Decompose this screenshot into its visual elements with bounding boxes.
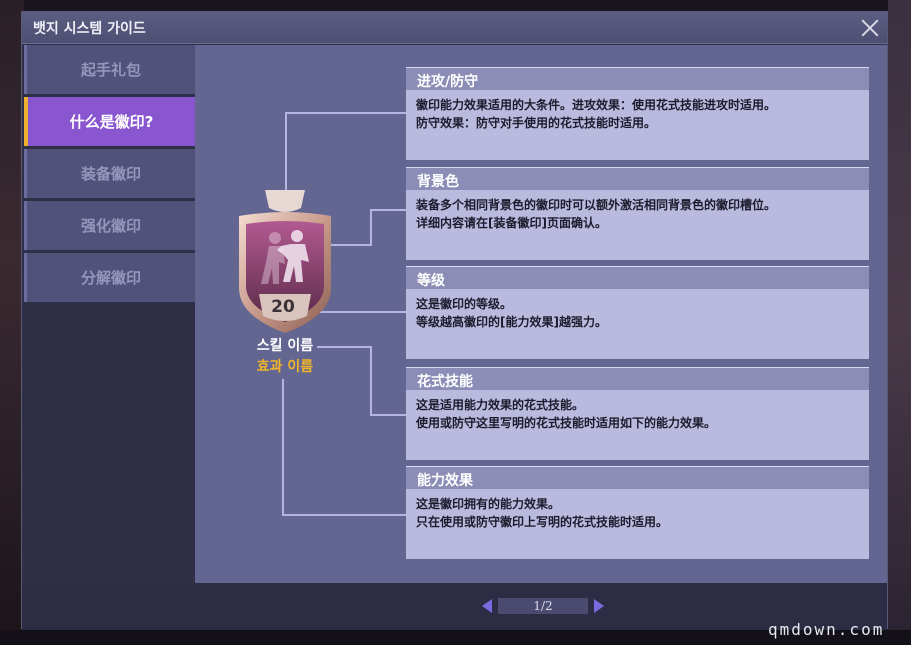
info-header: 进攻/防守 xyxy=(406,68,869,90)
info-title: 进攻/防守 xyxy=(417,74,479,90)
info-header: 等级 xyxy=(406,267,869,289)
sidebar-item-what-is-badge[interactable]: 什么是徽印? xyxy=(24,97,195,146)
info-header: 背景色 xyxy=(406,168,869,190)
info-line: 只在使用或防守徽印上写明的花式技能时适用。 xyxy=(416,515,669,529)
pager: 1/2 xyxy=(482,598,604,614)
info-title: 花式技能 xyxy=(417,374,473,390)
connector-background xyxy=(329,209,406,246)
info-background-color: 背景色 装备多个相同背景色的徽印时可以额外激活相同背景色的徽印槽位。 详细内容请… xyxy=(406,167,869,260)
sidebar-item-enhance-badge[interactable]: 强化徽印 xyxy=(24,201,195,250)
sidebar-item-equip-badge[interactable]: 装备徽印 xyxy=(24,149,195,198)
footer: 1/2 xyxy=(22,583,887,630)
close-icon[interactable] xyxy=(857,15,883,41)
info-line: 等级越高徽印的[能力效果]越强力。 xyxy=(416,315,607,329)
sidebar-item-starter-pack[interactable]: 起手礼包 xyxy=(24,45,195,94)
info-line: 这是徽印的等级。 xyxy=(416,297,513,311)
skill-name: 스킬 이름 xyxy=(256,338,314,354)
page-indicator: 1/2 xyxy=(498,598,588,614)
info-line: 这是徽印拥有的能力效果。 xyxy=(416,497,561,511)
info-attack-defense: 进攻/防守 徽印能力效果适用的大条件。进攻效果：使用花式技能进攻时适用。 防守效… xyxy=(406,67,869,160)
info-title: 等级 xyxy=(417,273,445,289)
info-body: 这是适用能力效果的花式技能。 使用或防守这里写明的花式技能时适用如下的能力效果。 xyxy=(416,396,716,432)
info-line: 徽印能力效果适用的大条件。进攻效果：使用花式技能进攻时适用。 xyxy=(416,98,777,112)
info-header: 花式技能 xyxy=(406,368,869,390)
info-ability-effect: 能力效果 这是徽印拥有的能力效果。 只在使用或防守徽印上写明的花式技能时适用。 xyxy=(406,466,869,559)
sidebar-item-label: 强化徽印 xyxy=(80,217,141,235)
sidebar: 起手礼包 什么是徽印? 装备徽印 强化徽印 分解徽印 xyxy=(24,45,195,305)
info-line: 装备多个相同背景色的徽印时可以额外激活相同背景色的徽印槽位。 xyxy=(416,198,777,212)
sidebar-item-label: 起手礼包 xyxy=(80,61,141,79)
info-body: 这是徽印拥有的能力效果。 只在使用或防守徽印上写明的花式技能时适用。 xyxy=(416,495,668,531)
info-header: 能力效果 xyxy=(406,467,869,489)
sidebar-item-dismantle-badge[interactable]: 分解徽印 xyxy=(24,253,195,302)
badge-level: 20 xyxy=(271,297,295,317)
info-line: 使用或防守这里写明的花式技能时适用如下的能力效果。 xyxy=(416,416,717,430)
title-bar: 뱃지 시스템 가이드 xyxy=(22,12,887,44)
info-body: 这是徽印的等级。 等级越高徽印的[能力效果]越强力。 xyxy=(416,295,607,331)
info-line: 防守效果：防守对手使用的花式技能时适用。 xyxy=(416,116,657,130)
info-body: 徽印能力效果适用的大条件。进攻效果：使用花式技能进攻时适用。 防守效果：防守对手… xyxy=(416,96,776,132)
prev-page-icon[interactable] xyxy=(482,599,492,613)
info-line: 这是适用能力效果的花式技能。 xyxy=(416,398,585,412)
connector-effect xyxy=(282,379,406,516)
sidebar-item-label: 装备徽印 xyxy=(80,165,141,183)
background-game-right xyxy=(888,0,911,645)
info-level: 等级 这是徽印的等级。 等级越高徽印的[能力效果]越强力。 xyxy=(406,266,869,359)
info-fancy-skill: 花式技能 这是适用能力效果的花式技能。 使用或防守这里写明的花式技能时适用如下的… xyxy=(406,367,869,460)
connector-attack-defense xyxy=(285,112,406,191)
guide-content: 20 스킬 이름 효과 이름 进攻/防守 徽印能力效果适用的大条件。进攻效果：使… xyxy=(195,45,887,583)
effect-name: 효과 이름 xyxy=(256,359,314,375)
info-line: 详细内容请在[装备徽印]页面确认。 xyxy=(416,216,607,230)
sidebar-item-label: 什么是徽印? xyxy=(69,113,154,131)
info-title: 背景色 xyxy=(417,174,459,190)
sidebar-item-label: 分解徽印 xyxy=(80,269,141,287)
watermark: qmdown.com xyxy=(768,620,885,639)
next-page-icon[interactable] xyxy=(594,599,604,613)
info-body: 装备多个相同背景色的徽印时可以额外激活相同背景色的徽印槽位。 详细内容请在[装备… xyxy=(416,196,776,232)
info-title: 能力效果 xyxy=(417,473,473,489)
dialog-title: 뱃지 시스템 가이드 xyxy=(33,21,146,37)
badge-guide-dialog: 뱃지 시스템 가이드 起手礼包 什么是徽印? 装备徽印 强化徽印 分解徽印 20… xyxy=(21,11,888,630)
